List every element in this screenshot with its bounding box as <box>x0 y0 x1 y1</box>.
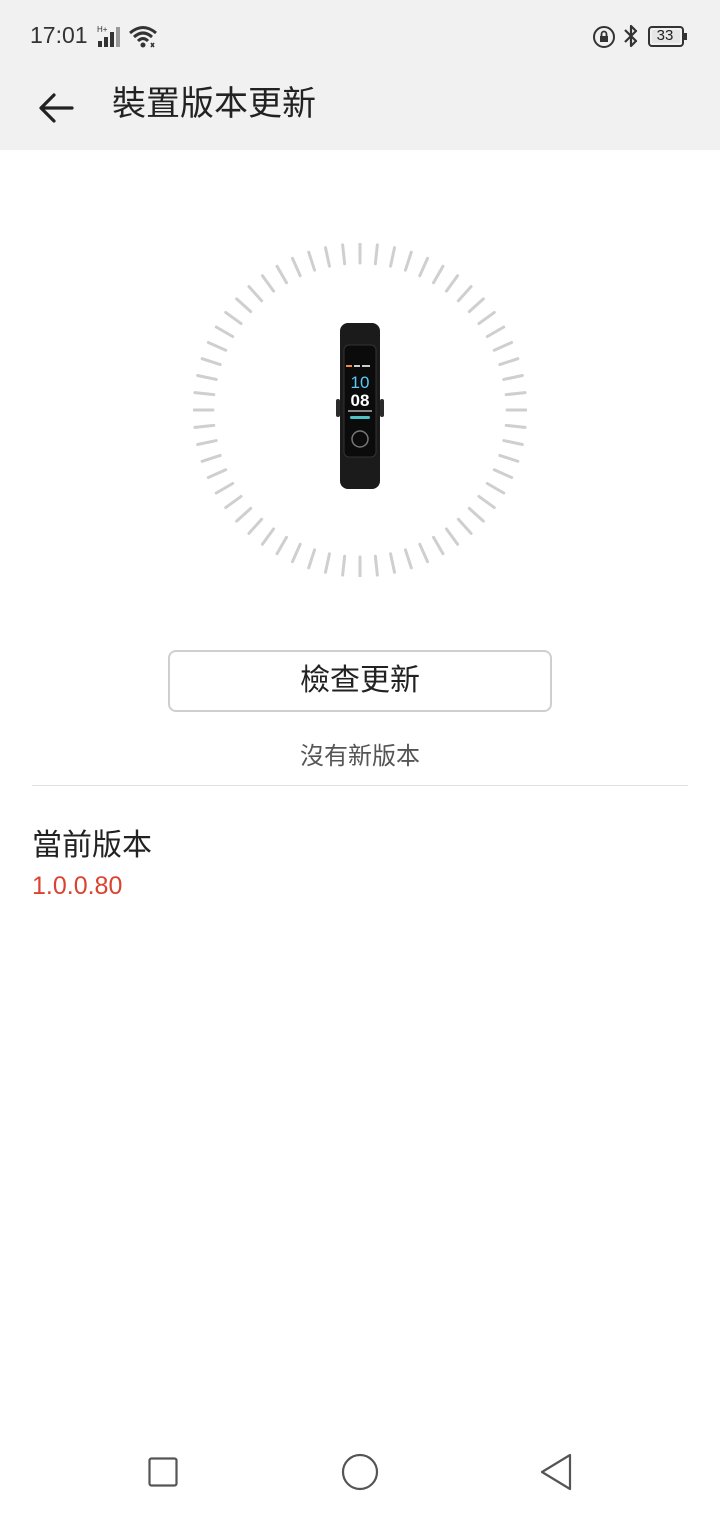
divider <box>32 785 688 786</box>
ring-tick <box>502 373 524 381</box>
ring-tick <box>247 285 264 303</box>
ring-tick <box>504 423 527 429</box>
page-title: 裝置版本更新 <box>112 84 316 124</box>
update-status-text: 沒有新版本 <box>300 742 420 770</box>
ring-tick <box>260 527 276 546</box>
ring-tick <box>214 325 235 338</box>
battery-level: 33 <box>656 27 674 44</box>
ring-tick <box>444 527 460 546</box>
ring-tick <box>206 468 228 480</box>
ring-tick <box>373 554 379 577</box>
ring-tick <box>307 548 317 570</box>
signal-icon: H+ <box>97 25 120 47</box>
ring-tick <box>498 357 520 367</box>
ring-tick <box>456 285 473 303</box>
ring-tick <box>403 548 413 570</box>
ring-tick <box>389 552 397 574</box>
ring-tick <box>502 439 524 447</box>
ring-tick <box>485 325 506 338</box>
current-version-value: 1.0.0.80 <box>32 872 123 900</box>
ring-tick <box>432 535 445 556</box>
ring-tick <box>341 243 347 266</box>
arrow-left-icon[interactable] <box>32 82 84 134</box>
status-time: 17:01 <box>30 22 88 48</box>
ring-tick <box>196 439 218 447</box>
ring-tick <box>389 246 397 268</box>
ring-tick <box>504 391 527 397</box>
ring-tick <box>275 535 288 556</box>
ring-tick <box>444 274 460 293</box>
ring-tick <box>485 482 506 495</box>
recent-apps-icon[interactable] <box>148 1457 178 1487</box>
ring-tick <box>260 274 276 293</box>
navigation-bar <box>0 1430 720 1520</box>
ring-tick <box>456 517 473 535</box>
svg-text:H+: H+ <box>97 25 108 34</box>
ring-tick <box>498 453 520 463</box>
ring-tick <box>418 542 430 564</box>
wifi-icon <box>129 26 157 48</box>
band-hour: 10 <box>351 373 370 392</box>
band-minute: 08 <box>351 391 370 410</box>
ring-tick <box>224 310 243 326</box>
ring-tick <box>467 506 485 523</box>
back-icon[interactable] <box>538 1452 574 1492</box>
ring-tick <box>373 243 379 266</box>
home-icon[interactable] <box>340 1452 380 1492</box>
current-version-label: 當前版本 <box>32 828 152 863</box>
ring-tick <box>403 250 413 272</box>
ring-tick <box>323 552 331 574</box>
ring-tick <box>467 297 485 314</box>
fitness-band-image: 10 08 <box>336 323 384 489</box>
device-illustration: 10 08 <box>193 243 527 577</box>
ring-tick <box>323 246 331 268</box>
rotation-lock-icon <box>593 26 615 48</box>
ring-tick <box>275 264 288 285</box>
ring-tick <box>307 250 317 272</box>
ring-tick <box>196 373 218 381</box>
ring-tick <box>492 340 514 352</box>
ring-tick <box>193 391 216 397</box>
ring-tick <box>247 517 264 535</box>
ring-tick <box>418 256 430 278</box>
ring-tick <box>492 468 514 480</box>
battery-icon: 33 <box>648 26 688 48</box>
ring-tick <box>432 264 445 285</box>
bluetooth-icon <box>624 24 638 48</box>
ring-tick <box>224 494 243 510</box>
ring-tick <box>477 494 496 510</box>
ring-tick <box>214 482 235 495</box>
ring-tick <box>290 542 302 564</box>
ring-tick <box>193 423 216 429</box>
ring-tick <box>235 506 253 523</box>
status-bar: 17:01 H+ 33 <box>0 0 720 74</box>
ring-tick <box>341 554 347 577</box>
check-update-button[interactable]: 檢查更新 <box>168 650 552 712</box>
ring-tick <box>200 357 222 367</box>
ring-tick <box>477 310 496 326</box>
ring-tick <box>206 340 228 352</box>
ring-tick <box>290 256 302 278</box>
app-bar: 裝置版本更新 <box>0 74 720 150</box>
ring-tick <box>235 297 253 314</box>
ring-tick <box>200 453 222 463</box>
